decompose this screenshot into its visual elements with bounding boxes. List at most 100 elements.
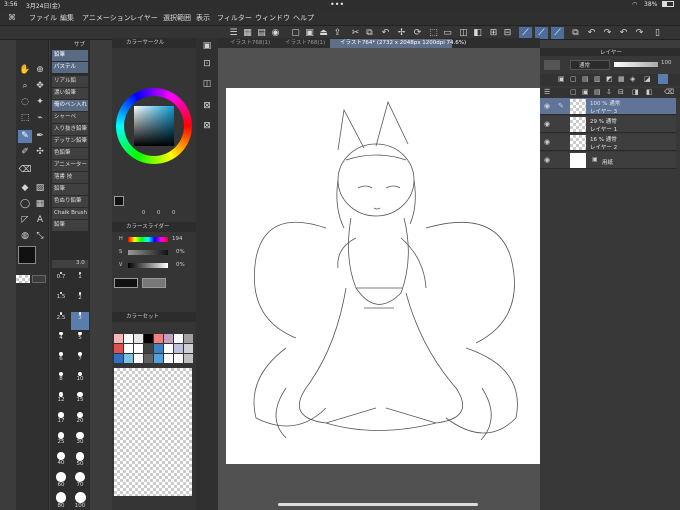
panel-icon-3[interactable]: ◫ bbox=[200, 78, 214, 91]
menu-help[interactable]: ヘルプ bbox=[293, 13, 314, 23]
color-swatch[interactable] bbox=[144, 354, 153, 363]
brush-size-option[interactable]: 2.5 bbox=[52, 312, 70, 330]
brush-size-option[interactable]: 30 bbox=[71, 432, 89, 450]
layer-row[interactable]: ◉ 29 % 通常 レイヤー 1 bbox=[540, 116, 676, 133]
subtool-item[interactable]: 鉛筆 bbox=[52, 220, 88, 231]
eyedropper-icon[interactable]: ⌁ bbox=[33, 112, 47, 125]
color-swatch[interactable] bbox=[114, 334, 123, 343]
color-swatch[interactable] bbox=[174, 344, 183, 353]
device-icon[interactable]: ▯ bbox=[651, 27, 664, 39]
correct-line-icon[interactable]: ⤡ bbox=[33, 230, 47, 243]
current-color-chip[interactable] bbox=[114, 196, 124, 206]
mask-add-icon[interactable]: ◨ bbox=[632, 88, 639, 96]
color-swatch[interactable] bbox=[174, 334, 183, 343]
brush-size-option[interactable]: 50 bbox=[71, 452, 89, 470]
redo-arrow-icon[interactable]: ↷ bbox=[633, 27, 646, 39]
menu-filter[interactable]: フィルター bbox=[217, 13, 252, 23]
slider-sub-color[interactable] bbox=[142, 278, 166, 288]
ruler-tool-icon[interactable]: ◸ bbox=[18, 214, 32, 227]
grid-snap-icon[interactable]: ⟋ bbox=[551, 27, 564, 39]
color-swatch[interactable] bbox=[154, 334, 163, 343]
brush-size-option[interactable]: 80 bbox=[52, 492, 70, 510]
brush-size-option[interactable]: 40 bbox=[52, 452, 70, 470]
brush-size-option[interactable]: 25 bbox=[52, 432, 70, 450]
main-color-swatch[interactable] bbox=[18, 246, 36, 264]
color-swatch[interactable] bbox=[164, 354, 173, 363]
subtool-item[interactable]: 色ぬり鉛筆 bbox=[52, 196, 88, 207]
hue-ring[interactable] bbox=[116, 88, 192, 164]
color-swatch[interactable] bbox=[184, 344, 193, 353]
visibility-eye-icon[interactable]: ◉ bbox=[544, 156, 550, 164]
brush-size-option[interactable]: 70 bbox=[71, 472, 89, 490]
brush-size-option[interactable]: 7 bbox=[71, 352, 89, 370]
new-raster-layer-icon[interactable]: ▢ bbox=[570, 88, 577, 96]
color-swatch[interactable] bbox=[144, 334, 153, 343]
tab-document-active[interactable]: イラスト764* (2732 x 2048px 1200dpi 74.6%) bbox=[330, 39, 466, 48]
lock-icon[interactable]: ▤ bbox=[582, 75, 589, 83]
merge-icon[interactable]: ⊟ bbox=[618, 88, 624, 96]
subtool-item[interactable]: 濃い鉛筆 bbox=[52, 88, 88, 99]
visibility-eye-icon[interactable]: ◉ bbox=[544, 120, 550, 128]
visibility-eye-icon[interactable]: ◉ bbox=[544, 102, 550, 110]
brush-size-option[interactable]: 15 bbox=[71, 392, 89, 410]
brush-size-option[interactable]: 3 bbox=[71, 312, 89, 330]
app-logo-icon[interactable]: ⌘ bbox=[8, 13, 16, 22]
undo-arrow-icon[interactable]: ↶ bbox=[617, 27, 630, 39]
layer-row[interactable]: ◉ ▣ 用紙 bbox=[540, 152, 676, 169]
swap-color-button[interactable] bbox=[32, 275, 46, 283]
select-tool-icon[interactable]: ⬚ bbox=[18, 112, 32, 125]
subtool-item[interactable]: シャーペ bbox=[52, 112, 88, 123]
text-tool-icon[interactable]: A bbox=[33, 214, 47, 227]
saturation-slider[interactable] bbox=[128, 250, 168, 255]
tab-document[interactable]: イラスト768(1) bbox=[275, 39, 329, 48]
reference-icon[interactable]: ▢ bbox=[570, 75, 577, 83]
panel-icon-5[interactable]: ⊠ bbox=[200, 120, 214, 133]
color-swatch[interactable] bbox=[114, 344, 123, 353]
new-vector-layer-icon[interactable]: ▣ bbox=[582, 88, 589, 96]
saturation-square[interactable] bbox=[134, 106, 174, 146]
lock-alpha-icon[interactable]: ▥ bbox=[594, 75, 601, 83]
menu-selection[interactable]: 選択範囲 bbox=[163, 13, 191, 23]
subtool-item[interactable]: 入り抜き鉛筆 bbox=[52, 124, 88, 135]
panel-icon-4[interactable]: ⊠ bbox=[200, 100, 214, 113]
color-swatch[interactable] bbox=[124, 344, 133, 353]
layer-row[interactable]: ◉ ✎ 100 % 通常 レイヤー 3 bbox=[540, 98, 676, 115]
brush-size-option[interactable]: 12 bbox=[52, 392, 70, 410]
subtool-item[interactable]: アニメーター bbox=[52, 160, 88, 171]
brush-size-option[interactable]: 10 bbox=[71, 372, 89, 390]
menu-window[interactable]: ウィンドウ bbox=[255, 13, 290, 23]
brush-size-option[interactable]: 60 bbox=[52, 472, 70, 490]
canvas-area[interactable] bbox=[218, 48, 540, 510]
brush-size-option[interactable]: 6 bbox=[52, 352, 70, 370]
color-swatch[interactable] bbox=[124, 334, 133, 343]
brush-size-option[interactable]: 100 bbox=[71, 492, 89, 510]
menu-layer[interactable]: レイヤー bbox=[130, 13, 158, 23]
eraser-tool-icon[interactable]: ⌫ bbox=[18, 164, 32, 177]
gradient-tool-icon[interactable]: ▨ bbox=[33, 182, 47, 195]
layer-menu-icon[interactable]: ☰ bbox=[544, 88, 550, 96]
color-swatch[interactable] bbox=[174, 354, 183, 363]
hand-tool-icon[interactable]: ✋ bbox=[18, 64, 32, 77]
blend-mode-select[interactable]: 通常 bbox=[570, 60, 610, 70]
brush-size-option[interactable]: 2 bbox=[71, 292, 89, 310]
color-swatch[interactable] bbox=[114, 354, 123, 363]
menu-edit[interactable]: 編集 bbox=[60, 13, 74, 23]
spray-tool-icon[interactable]: ✣ bbox=[33, 146, 47, 159]
brush-size-option[interactable]: 20 bbox=[71, 412, 89, 430]
layer-row[interactable]: ◉ 16 % 通常 レイヤー 2 bbox=[540, 134, 676, 151]
menu-view[interactable]: 表示 bbox=[196, 13, 210, 23]
subtool-item[interactable]: 落書 技 bbox=[52, 172, 88, 183]
brush-size-value-box[interactable]: 3.0 bbox=[52, 260, 88, 268]
subtool-item[interactable]: 鉛筆 bbox=[52, 184, 88, 195]
menu-file[interactable]: ファイル bbox=[29, 13, 57, 23]
mask-icon[interactable]: ◩ bbox=[606, 75, 613, 83]
subtool-item[interactable]: 鉛筆 bbox=[52, 50, 88, 61]
slider-main-color[interactable] bbox=[114, 278, 138, 288]
color-swatch[interactable] bbox=[134, 344, 143, 353]
brush-tool-icon[interactable]: ✐ bbox=[18, 146, 32, 159]
frame-tool-icon[interactable]: ▦ bbox=[33, 198, 47, 211]
color-swatch[interactable] bbox=[144, 344, 153, 353]
subtool-item[interactable]: Chalk Brush It bbox=[52, 208, 88, 219]
hue-slider[interactable] bbox=[128, 237, 168, 242]
redo-right-icon[interactable]: ↷ bbox=[601, 27, 614, 39]
